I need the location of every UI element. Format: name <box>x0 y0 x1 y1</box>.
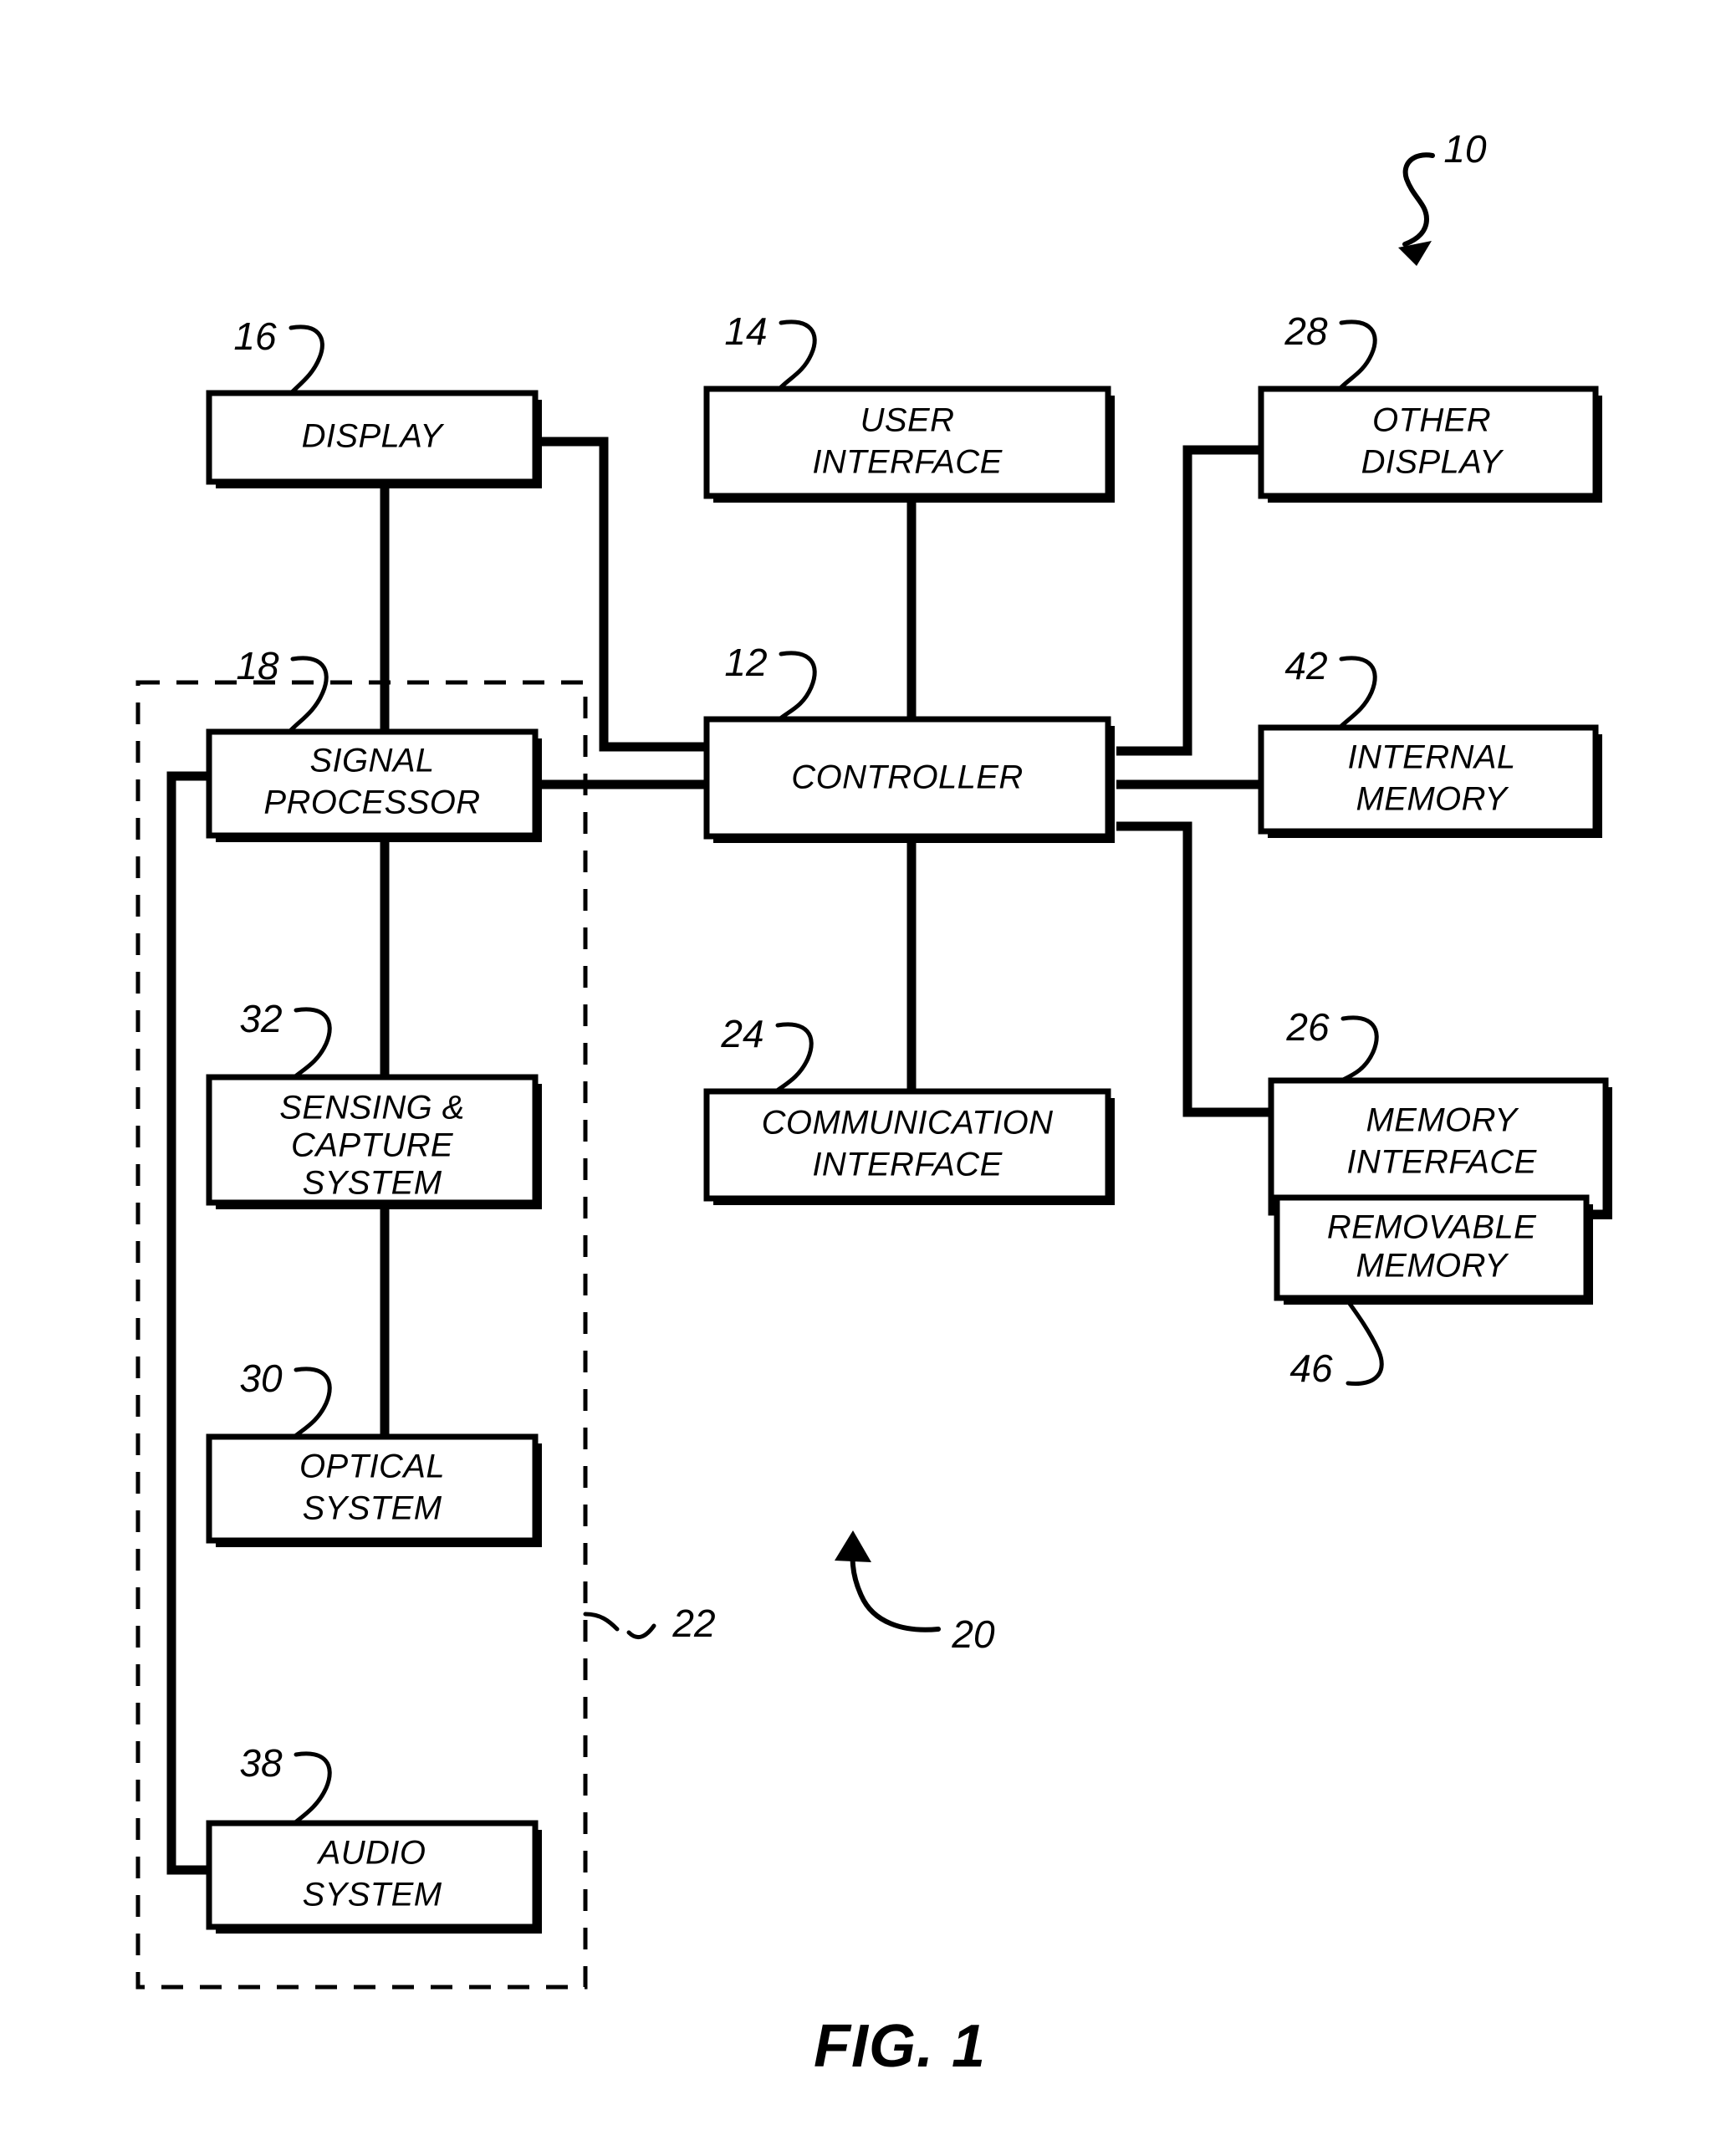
ref-30: 30 <box>239 1356 332 1439</box>
ref-20-arrowhead <box>835 1530 871 1562</box>
block-internal-memory-label-line1: INTERNAL <box>1347 739 1515 776</box>
block-audio-system: AUDIO SYSTEM <box>206 1820 542 1934</box>
svg-text:20: 20 <box>951 1612 995 1656</box>
block-other-display: OTHER DISPLAY <box>1258 386 1602 503</box>
block-user-interface-label-line2: INTERFACE <box>812 444 1003 481</box>
block-audio-system-label-line2: SYSTEM <box>303 1877 442 1913</box>
block-signal-processor-label-line1: SIGNAL <box>309 743 434 779</box>
block-sensing-capture-system: SENSING & CAPTURE SYSTEM <box>206 1074 542 1209</box>
ref-38: 38 <box>239 1741 332 1826</box>
block-communication-interface: COMMUNICATION INTERFACE <box>703 1088 1115 1205</box>
connector-controller-to-memory-interface <box>1116 821 1271 1117</box>
block-memory-interface-label-line1: MEMORY <box>1366 1102 1520 1139</box>
block-other-display-label-line2: DISPLAY <box>1361 444 1505 481</box>
block-display: DISPLAY <box>206 390 542 488</box>
ref-26: 26 <box>1285 1005 1379 1083</box>
ref-16: 16 <box>233 314 324 396</box>
svg-text:10: 10 <box>1443 127 1487 171</box>
ref-12: 12 <box>724 641 817 722</box>
block-controller: CONTROLLER <box>703 716 1115 843</box>
block-user-interface: USER INTERFACE <box>703 386 1115 503</box>
patent-figure-page: DISPLAY 16 USER INTERFACE 14 OTHER DISPL… <box>0 0 1726 2156</box>
svg-text:14: 14 <box>724 309 767 353</box>
figure-caption: FIG. 1 <box>814 2013 986 2080</box>
block-sensing-capture-label-line3: SYSTEM <box>303 1165 442 1202</box>
svg-text:30: 30 <box>239 1356 283 1400</box>
svg-text:42: 42 <box>1284 644 1327 687</box>
block-sensing-capture-label-line1: SENSING & <box>279 1090 464 1127</box>
block-communication-interface-label-line1: COMMUNICATION <box>762 1105 1054 1142</box>
ref-42: 42 <box>1284 644 1377 730</box>
ref-32: 32 <box>239 997 332 1080</box>
svg-text:28: 28 <box>1284 309 1328 353</box>
connector-controller-to-other-display <box>1116 445 1261 756</box>
ref-46: 46 <box>1289 1299 1384 1390</box>
block-controller-label: CONTROLLER <box>791 759 1023 796</box>
block-signal-processor: SIGNAL PROCESSOR <box>206 728 542 842</box>
block-other-display-label-line1: OTHER <box>1372 402 1491 439</box>
block-optical-system: OPTICAL SYSTEM <box>206 1433 542 1547</box>
svg-text:24: 24 <box>720 1012 763 1055</box>
ref-24: 24 <box>720 1012 814 1094</box>
svg-text:26: 26 <box>1285 1005 1330 1049</box>
ref-10: 10 <box>1398 127 1487 266</box>
svg-text:12: 12 <box>724 641 767 684</box>
svg-text:22: 22 <box>672 1602 715 1645</box>
block-removable-memory-label-line2: MEMORY <box>1356 1248 1510 1285</box>
connector-signal-processor-to-audio-system <box>166 771 230 1875</box>
block-optical-system-label-line1: OPTICAL <box>299 1448 445 1485</box>
svg-text:46: 46 <box>1289 1346 1333 1390</box>
block-signal-processor-label-line2: PROCESSOR <box>263 784 480 821</box>
block-user-interface-label-line1: USER <box>860 402 955 439</box>
block-audio-system-label-line1: AUDIO <box>317 1835 426 1872</box>
ref-14: 14 <box>724 309 817 391</box>
block-sensing-capture-label-line2: CAPTURE <box>291 1127 454 1164</box>
svg-text:16: 16 <box>233 314 277 358</box>
block-removable-memory: REMOVABLE MEMORY <box>1274 1194 1593 1305</box>
ref-18: 18 <box>236 644 329 734</box>
ref-28: 28 <box>1284 309 1377 391</box>
block-memory-interface-label-line2: INTERFACE <box>1346 1144 1537 1181</box>
capture-assembly-dashed-boundary <box>135 680 588 1990</box>
ref-20: 20 <box>835 1530 995 1656</box>
svg-text:32: 32 <box>239 997 282 1040</box>
svg-text:18: 18 <box>236 644 279 687</box>
figure-canvas: DISPLAY 16 USER INTERFACE 14 OTHER DISPL… <box>135 127 1612 2080</box>
ref-22: 22 <box>583 1602 716 1645</box>
block-optical-system-label-line2: SYSTEM <box>303 1490 442 1527</box>
block-communication-interface-label-line2: INTERFACE <box>812 1147 1003 1183</box>
block-removable-memory-label-line1: REMOVABLE <box>1327 1209 1537 1246</box>
block-display-label: DISPLAY <box>302 418 446 455</box>
block-internal-memory: INTERNAL MEMORY <box>1258 724 1602 838</box>
block-internal-memory-label-line2: MEMORY <box>1356 781 1510 818</box>
svg-text:38: 38 <box>239 1741 283 1785</box>
connector-display-to-controller <box>539 437 707 752</box>
